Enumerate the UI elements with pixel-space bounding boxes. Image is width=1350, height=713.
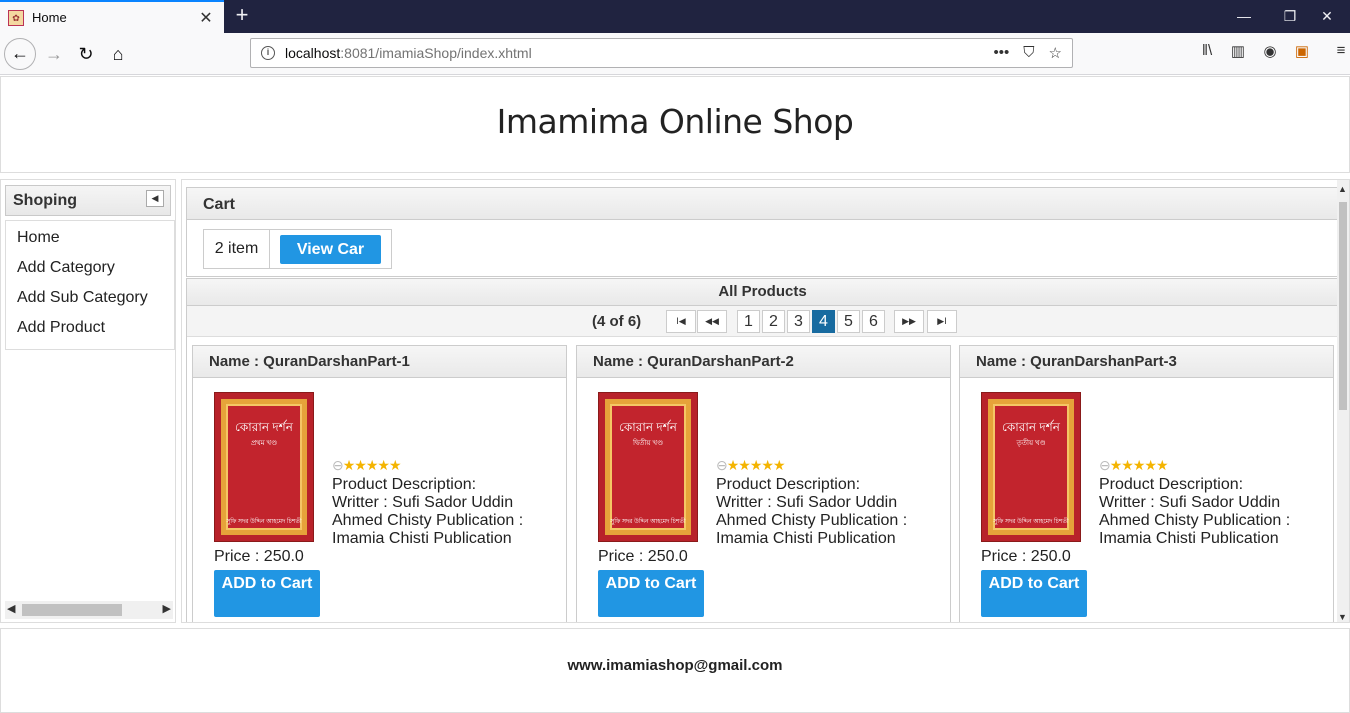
sidebar-item-add-category[interactable]: Add Category: [6, 253, 174, 283]
product-description: Product Description: Writter : Sufi Sador…: [1099, 476, 1291, 547]
first-page-icon[interactable]: I◀: [666, 310, 696, 333]
prev-page-icon[interactable]: ◀◀: [697, 310, 727, 333]
page-footer: www.imamiashop@gmail.com: [0, 628, 1350, 713]
sidebar-toggle-icon[interactable]: ▥: [1227, 42, 1249, 60]
next-page-icon[interactable]: ▶▶: [894, 310, 924, 333]
product-price: Price : 250.0: [598, 548, 688, 565]
bookmark-star-icon[interactable]: ☆: [1049, 44, 1062, 62]
cart-title: Cart: [187, 188, 1338, 220]
product-image[interactable]: কোরান দর্শন প্রথম খণ্ড সুফি সদর উদ্দিন আহম…: [214, 392, 314, 542]
product-description: Product Description: Writter : Sufi Sador…: [716, 476, 908, 547]
sidebar-menu: Home Add Category Add Sub Category Add P…: [5, 220, 175, 350]
page-3[interactable]: 3: [787, 310, 810, 333]
url-path: :8081/imamiaShop/index.xhtml: [340, 45, 532, 61]
page-5[interactable]: 5: [837, 310, 860, 333]
cart-count: 2 item: [204, 230, 270, 268]
scroll-left-icon[interactable]: ◀: [7, 602, 15, 615]
star-rating[interactable]: ⊖★★★★★: [332, 457, 401, 474]
page-header: Imamima Online Shop: [0, 76, 1350, 173]
add-to-cart-button[interactable]: ADD to Cart: [214, 570, 320, 617]
product-description: Product Description: Writter : Sufi Sador…: [332, 476, 524, 547]
rating-cancel-icon[interactable]: ⊖: [332, 457, 344, 473]
url-host: localhost: [285, 45, 341, 61]
tab-title: Home: [32, 10, 67, 25]
browser-navbar: ← → ↻ ⌂ i localhost:8081/imamiaShop/inde…: [0, 33, 1350, 75]
product-name: Name : QuranDarshanPart-1: [193, 346, 566, 378]
minimize-icon[interactable]: —: [1221, 0, 1267, 33]
page-title: Imamima Online Shop: [496, 102, 854, 141]
home-icon[interactable]: ⌂: [102, 38, 134, 70]
cart-summary: 2 item View Car: [203, 229, 392, 269]
extension-icon[interactable]: ▣: [1291, 42, 1313, 60]
main-content: Cart 2 item View Car All Products (4 of …: [181, 179, 1350, 623]
reload-icon[interactable]: ↻: [70, 38, 102, 70]
scroll-up-icon[interactable]: ▲: [1338, 184, 1347, 194]
star-rating[interactable]: ⊖★★★★★: [716, 457, 785, 474]
sidebar-horizontal-scrollbar[interactable]: ◀ ▶: [5, 601, 173, 619]
pager-info: (4 of 6): [592, 313, 642, 330]
page-actions-icon[interactable]: •••: [994, 44, 1010, 62]
footer-email: www.imamiashop@gmail.com: [567, 657, 783, 674]
url-bar[interactable]: i localhost:8081/imamiaShop/index.xhtml …: [250, 38, 1073, 68]
product-name: Name : QuranDarshanPart-2: [577, 346, 950, 378]
paginator: (4 of 6) I◀ ◀◀ 1 2 3 4 5 6 ▶▶ ▶I: [187, 306, 1338, 337]
browser-titlebar: ✿ Home ✕ + — ❐ ✕: [0, 0, 1350, 33]
product-price: Price : 250.0: [981, 548, 1071, 565]
product-price: Price : 250.0: [214, 548, 304, 565]
add-to-cart-button[interactable]: ADD to Cart: [598, 570, 704, 617]
pocket-icon[interactable]: ⛉: [1023, 44, 1034, 62]
scroll-down-icon[interactable]: ▼: [1338, 612, 1347, 622]
browser-tab[interactable]: ✿ Home ✕: [0, 0, 224, 33]
last-page-icon[interactable]: ▶I: [927, 310, 957, 333]
page-1[interactable]: 1: [737, 310, 760, 333]
cart-panel: Cart 2 item View Car: [186, 187, 1339, 277]
product-image[interactable]: কোরান দর্শন তৃতীয় খণ্ড সুফি সদর উদ্দিন আহ…: [981, 392, 1081, 542]
sidebar-title: Shoping: [13, 192, 77, 209]
product-image[interactable]: কোরান দর্শন দ্বিতীয় খণ্ড সুফি সদর উদ্দিন …: [598, 392, 698, 542]
back-arrow-icon[interactable]: ←: [4, 38, 36, 70]
tab-close-icon[interactable]: ✕: [194, 8, 218, 28]
product-card: Name : QuranDarshanPart-1 কোরান দর্শন প্র…: [192, 345, 567, 622]
account-icon[interactable]: ◉: [1259, 42, 1281, 60]
window-close-icon[interactable]: ✕: [1304, 0, 1350, 33]
page-6[interactable]: 6: [862, 310, 885, 333]
star-rating[interactable]: ⊖★★★★★: [1099, 457, 1168, 474]
view-cart-button[interactable]: View Car: [280, 235, 381, 264]
site-info-icon[interactable]: i: [261, 46, 275, 60]
star-icon[interactable]: ★★★★★: [727, 457, 786, 473]
library-icon[interactable]: ‖\: [1196, 42, 1218, 59]
product-card: Name : QuranDarshanPart-2 কোরান দর্শন দ্ব…: [576, 345, 951, 622]
scroll-right-icon[interactable]: ▶: [163, 602, 171, 615]
sidebar-item-add-sub-category[interactable]: Add Sub Category: [6, 283, 174, 313]
star-icon[interactable]: ★★★★★: [343, 457, 402, 473]
rating-cancel-icon[interactable]: ⊖: [716, 457, 728, 473]
page-2[interactable]: 2: [762, 310, 785, 333]
rating-cancel-icon[interactable]: ⊖: [1099, 457, 1111, 473]
star-icon[interactable]: ★★★★★: [1110, 457, 1169, 473]
new-tab-icon[interactable]: +: [230, 4, 254, 28]
product-card: Name : QuranDarshanPart-3 কোরান দর্শন তৃত…: [959, 345, 1334, 622]
site-favicon-icon: ✿: [8, 9, 24, 26]
page-4[interactable]: 4: [812, 310, 835, 333]
sidebar-item-home[interactable]: Home: [6, 223, 174, 253]
collapse-left-icon[interactable]: ◀: [146, 190, 164, 207]
scrollbar-thumb[interactable]: [1339, 202, 1347, 410]
sidebar-header: Shoping ◀: [5, 185, 171, 216]
product-name: Name : QuranDarshanPart-3: [960, 346, 1333, 378]
forward-arrow-icon[interactable]: →: [38, 38, 70, 70]
add-to-cart-button[interactable]: ADD to Cart: [981, 570, 1087, 617]
main-vertical-scrollbar[interactable]: ▲ ▼: [1337, 180, 1349, 622]
scrollbar-thumb[interactable]: [22, 604, 122, 616]
sidebar-item-add-product[interactable]: Add Product: [6, 313, 174, 343]
products-title: All Products: [187, 279, 1338, 306]
sidebar: Shoping ◀ Home Add Category Add Sub Cate…: [0, 179, 176, 623]
menu-hamburger-icon[interactable]: ≡: [1330, 42, 1350, 59]
